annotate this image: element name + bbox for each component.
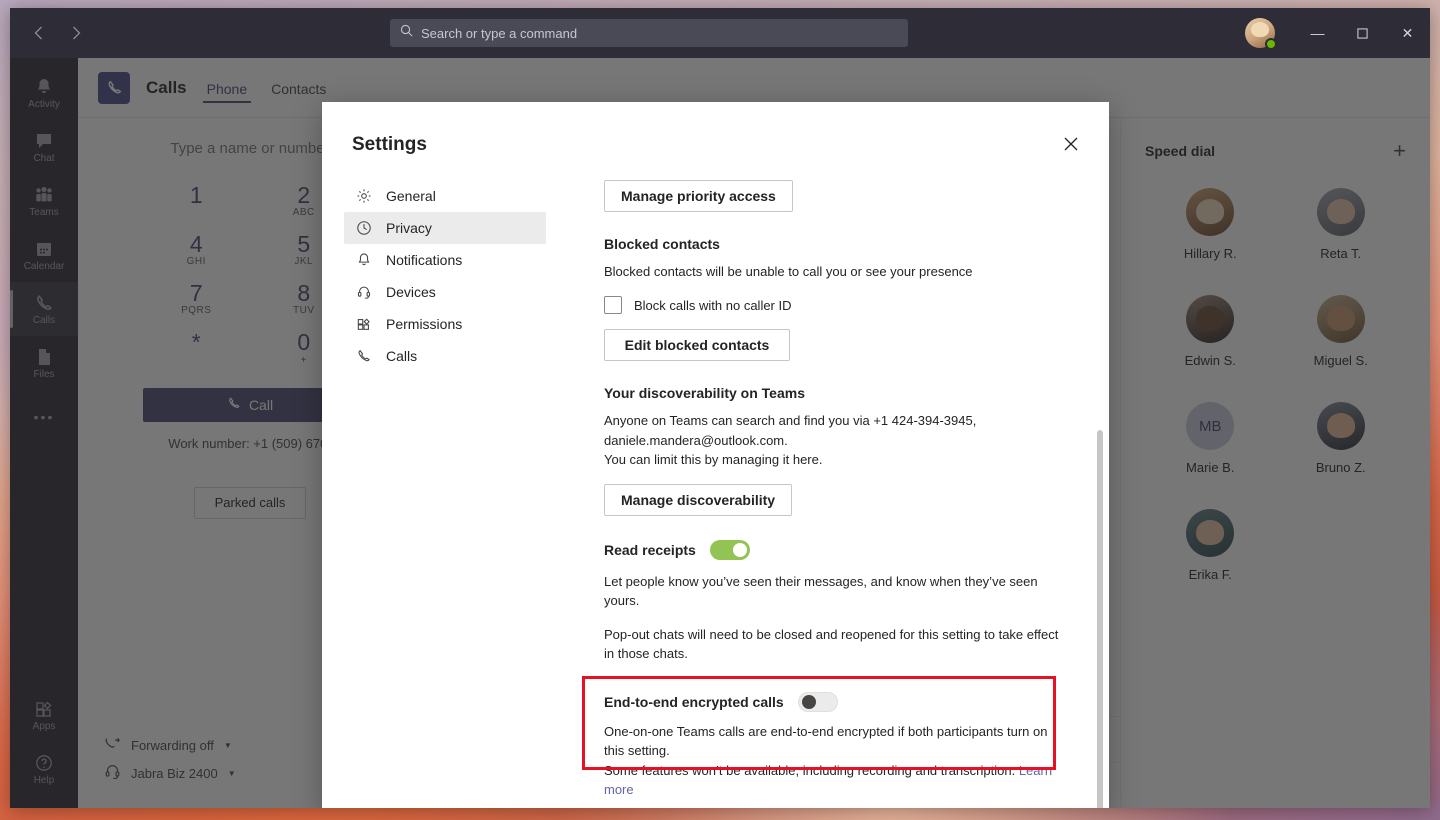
manage-priority-access-button[interactable]: Manage priority access (604, 180, 793, 212)
window-controls: — ✕ (1245, 8, 1430, 58)
settings-main-panel: Manage priority access Blocked contacts … (554, 180, 1109, 808)
sidebar-item-privacy[interactable]: Privacy (344, 212, 546, 244)
sidebar-item-permissions[interactable]: Permissions (344, 308, 546, 340)
sidebar-item-devices[interactable]: Devices (344, 276, 546, 308)
clock-icon (356, 220, 372, 236)
blocked-contacts-description: Blocked contacts will be unable to call … (604, 262, 1069, 282)
discoverability-heading: Your discoverability on Teams (604, 385, 1069, 401)
e2ee-label: End-to-end encrypted calls (604, 694, 784, 710)
e2ee-description-line2: Some features won’t be available, includ… (604, 761, 1069, 800)
search-icon (400, 24, 413, 42)
user-avatar[interactable] (1245, 18, 1275, 48)
sidebar-item-label: Notifications (386, 252, 462, 268)
sidebar-item-label: Devices (386, 284, 436, 300)
settings-scrollbar[interactable] (1097, 430, 1103, 808)
app-body: Activity Chat Teams Calendar (10, 58, 1430, 808)
e2ee-description-line1: One-on-one Teams calls are end-to-end en… (604, 722, 1069, 761)
discoverability-line2: daniele.mandera@outlook.com. (604, 431, 1069, 451)
minimize-button[interactable]: — (1295, 8, 1340, 58)
phone-icon (356, 348, 372, 364)
search-placeholder: Search or type a command (421, 26, 577, 41)
read-receipts-description-2-line2: in those chats. (604, 644, 1069, 664)
gear-icon (356, 188, 372, 204)
read-receipts-description-2-line1: Pop-out chats will need to be closed and… (604, 625, 1069, 645)
forward-button[interactable] (62, 19, 90, 47)
presence-available-badge (1265, 38, 1277, 50)
e2ee-description-text: Some features won’t be available, includ… (604, 763, 1015, 778)
read-receipts-description-1: Let people know you’ve seen their messag… (604, 572, 1069, 611)
settings-dialog: Settings General (322, 102, 1109, 808)
permissions-icon (356, 316, 372, 332)
back-button[interactable] (24, 19, 52, 47)
read-receipts-label: Read receipts (604, 542, 696, 558)
close-icon[interactable] (1055, 128, 1087, 160)
sidebar-item-general[interactable]: General (344, 180, 546, 212)
e2ee-section: End-to-end encrypted calls One-on-one Te… (604, 676, 1069, 808)
search-input[interactable]: Search or type a command (390, 19, 908, 47)
settings-header: Settings (322, 102, 1109, 180)
discoverability-line3: You can limit this by managing it here. (604, 450, 1069, 470)
sidebar-item-notifications[interactable]: Notifications (344, 244, 546, 276)
e2ee-row: End-to-end encrypted calls (604, 692, 1069, 712)
settings-nav: General Privacy Notifications (322, 180, 554, 808)
teams-app-window: Search or type a command — ✕ Activity (10, 8, 1430, 808)
bell-icon (356, 252, 372, 268)
settings-body: General Privacy Notifications (322, 180, 1109, 808)
read-receipts-row: Read receipts (604, 540, 1069, 560)
sidebar-item-calls[interactable]: Calls (344, 340, 546, 372)
discoverability-line1: Anyone on Teams can search and find you … (604, 411, 1069, 431)
block-no-caller-id-checkbox[interactable] (604, 296, 622, 314)
headset-icon (356, 284, 372, 300)
privacy-settings: Manage priority access Blocked contacts … (604, 180, 1069, 808)
read-receipts-toggle[interactable] (710, 540, 750, 560)
blocked-contacts-heading: Blocked contacts (604, 236, 1069, 252)
block-no-caller-id-row[interactable]: Block calls with no caller ID (604, 296, 1069, 316)
title-bar: Search or type a command — ✕ (10, 8, 1430, 58)
sidebar-item-label: General (386, 188, 436, 204)
edit-blocked-contacts-button[interactable]: Edit blocked contacts (604, 329, 790, 361)
e2ee-toggle[interactable] (798, 692, 838, 712)
nav-arrows (24, 19, 90, 47)
sidebar-item-label: Permissions (386, 316, 462, 332)
close-button[interactable]: ✕ (1385, 8, 1430, 58)
maximize-button[interactable] (1340, 8, 1385, 58)
manage-discoverability-button[interactable]: Manage discoverability (604, 484, 792, 516)
dialog-title: Settings (352, 134, 427, 156)
sidebar-item-label: Privacy (386, 220, 432, 236)
block-no-caller-id-label: Block calls with no caller ID (634, 296, 792, 316)
sidebar-item-label: Calls (386, 348, 417, 364)
